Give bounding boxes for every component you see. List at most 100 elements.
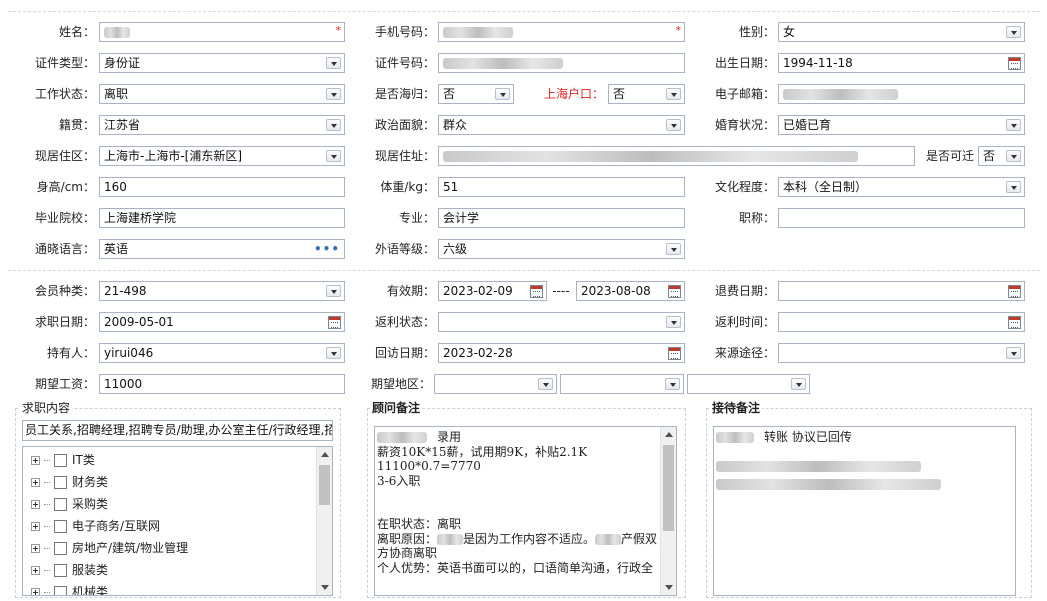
- scroll-thumb[interactable]: [663, 445, 674, 531]
- chevron-down-icon[interactable]: [666, 88, 681, 100]
- calendar-icon[interactable]: [1008, 57, 1021, 70]
- checkbox[interactable]: [54, 520, 67, 533]
- calendar-icon[interactable]: [530, 285, 543, 298]
- phone-input[interactable]: *: [438, 22, 685, 42]
- work-status-select[interactable]: 离职: [99, 84, 345, 104]
- calendar-icon[interactable]: [668, 347, 681, 360]
- chevron-down-icon[interactable]: [666, 119, 681, 131]
- expand-icon[interactable]: [31, 456, 40, 465]
- chevron-down-icon[interactable]: [1006, 119, 1021, 131]
- tree-item-machinery[interactable]: 机械类: [31, 583, 108, 595]
- relocate-select[interactable]: 否: [978, 146, 1025, 166]
- chevron-down-icon[interactable]: [326, 347, 341, 359]
- scroll-up-icon[interactable]: [321, 452, 329, 457]
- job-date-input[interactable]: 2009-05-01: [99, 312, 345, 332]
- job-content-summary[interactable]: 员工关系,招聘经理,招聘专员/助理,办公室主任/行政经理,招: [22, 420, 333, 441]
- chevron-down-icon[interactable]: [326, 119, 341, 131]
- chevron-down-icon[interactable]: [666, 243, 681, 255]
- weight-input[interactable]: 51: [438, 177, 685, 197]
- checkbox[interactable]: [54, 498, 67, 511]
- residence-address-input[interactable]: [438, 146, 915, 166]
- chevron-down-icon[interactable]: [326, 285, 341, 297]
- expected-salary-input[interactable]: 11000: [99, 374, 345, 394]
- region-city-select[interactable]: [560, 374, 684, 394]
- checkbox[interactable]: [54, 476, 67, 489]
- height-input[interactable]: 160: [99, 177, 345, 197]
- calendar-icon[interactable]: [668, 285, 681, 298]
- scroll-up-icon[interactable]: [665, 432, 673, 437]
- advisor-notes-scrollbar[interactable]: [660, 427, 676, 595]
- scroll-thumb[interactable]: [319, 465, 330, 505]
- political-select[interactable]: 群众: [438, 115, 685, 135]
- major-input[interactable]: 会计学: [438, 208, 685, 228]
- expand-icon[interactable]: [31, 588, 40, 595]
- chevron-down-icon[interactable]: [1006, 347, 1021, 359]
- expand-icon[interactable]: [31, 478, 40, 487]
- returnee-select[interactable]: 否: [438, 84, 514, 104]
- school-input[interactable]: 上海建桥学院: [99, 208, 345, 228]
- tree-item-it[interactable]: IT类: [31, 451, 95, 469]
- region-province-select[interactable]: [434, 374, 557, 394]
- valid-from-input[interactable]: 2023-02-09: [438, 281, 547, 301]
- chevron-down-icon[interactable]: [1006, 150, 1021, 162]
- id-number-input[interactable]: [438, 53, 685, 73]
- calendar-icon[interactable]: [1008, 285, 1021, 298]
- gender-select[interactable]: 女: [778, 22, 1025, 42]
- chevron-down-icon[interactable]: [326, 150, 341, 162]
- checkbox[interactable]: [54, 454, 67, 467]
- rebate-status-select[interactable]: [438, 312, 685, 332]
- name-input[interactable]: *: [99, 22, 345, 42]
- member-type-select[interactable]: 21-498: [99, 281, 345, 301]
- email-input[interactable]: [778, 84, 1025, 104]
- residence-area-select[interactable]: 上海市-上海市-[浦东新区]: [99, 146, 345, 166]
- chevron-down-icon[interactable]: [791, 378, 806, 390]
- tree-connector: [44, 570, 50, 571]
- reception-notes-textarea[interactable]: 转账 协议已回传: [713, 426, 1016, 596]
- tree-item-purchase[interactable]: 采购类: [31, 495, 108, 513]
- chevron-down-icon[interactable]: [326, 88, 341, 100]
- checkbox[interactable]: [54, 564, 67, 577]
- tree-scrollbar[interactable]: [316, 447, 332, 595]
- calendar-icon[interactable]: [328, 316, 341, 329]
- expand-icon[interactable]: [31, 500, 40, 509]
- category-tree[interactable]: IT类 财务类 采购类 电子商务/互联网 房地产/建筑/物业管理 服装类 机械类: [22, 446, 333, 596]
- redacted-value: [443, 27, 513, 38]
- checkbox[interactable]: [54, 542, 67, 555]
- source-select[interactable]: [778, 343, 1025, 363]
- chevron-down-icon[interactable]: [538, 378, 553, 390]
- chevron-down-icon[interactable]: [1006, 181, 1021, 193]
- chevron-down-icon[interactable]: [495, 88, 510, 100]
- expand-icon[interactable]: [31, 566, 40, 575]
- scroll-down-icon[interactable]: [665, 585, 673, 590]
- holder-select[interactable]: yirui046: [99, 343, 345, 363]
- calendar-icon[interactable]: [1008, 316, 1021, 329]
- native-place-select[interactable]: 江苏省: [99, 115, 345, 135]
- checkbox[interactable]: [54, 586, 67, 595]
- valid-to-input[interactable]: 2023-08-08: [576, 281, 685, 301]
- rebate-time-input[interactable]: [778, 312, 1025, 332]
- tree-item-ecommerce[interactable]: 电子商务/互联网: [31, 517, 160, 535]
- birth-date-input[interactable]: 1994-11-18: [778, 53, 1025, 73]
- region-district-select[interactable]: [687, 374, 810, 394]
- advisor-notes-textarea[interactable]: 录用 薪资10K*15薪，试用期9K，补贴2.1K 11100*0.7=7770…: [374, 426, 677, 596]
- education-select[interactable]: 本科（全日制）: [778, 177, 1025, 197]
- expand-icon[interactable]: [31, 522, 40, 531]
- scroll-down-icon[interactable]: [321, 585, 329, 590]
- sh-hukou-select[interactable]: 否: [608, 84, 685, 104]
- chevron-down-icon[interactable]: [665, 378, 680, 390]
- chevron-down-icon[interactable]: [326, 57, 341, 69]
- tree-item-apparel[interactable]: 服装类: [31, 561, 108, 579]
- language-input[interactable]: 英语 •••: [99, 239, 345, 259]
- title-input[interactable]: [778, 208, 1025, 228]
- foreign-level-select[interactable]: 六级: [438, 239, 685, 259]
- id-type-select[interactable]: 身份证: [99, 53, 345, 73]
- tree-item-realestate[interactable]: 房地产/建筑/物业管理: [31, 539, 188, 557]
- ellipsis-icon[interactable]: •••: [314, 242, 340, 256]
- refund-date-input[interactable]: [778, 281, 1025, 301]
- marital-select[interactable]: 已婚已育: [778, 115, 1025, 135]
- visit-date-input[interactable]: 2023-02-28: [438, 343, 685, 363]
- chevron-down-icon[interactable]: [666, 316, 681, 328]
- expand-icon[interactable]: [31, 544, 40, 553]
- chevron-down-icon[interactable]: [1006, 26, 1021, 38]
- tree-item-finance[interactable]: 财务类: [31, 473, 108, 491]
